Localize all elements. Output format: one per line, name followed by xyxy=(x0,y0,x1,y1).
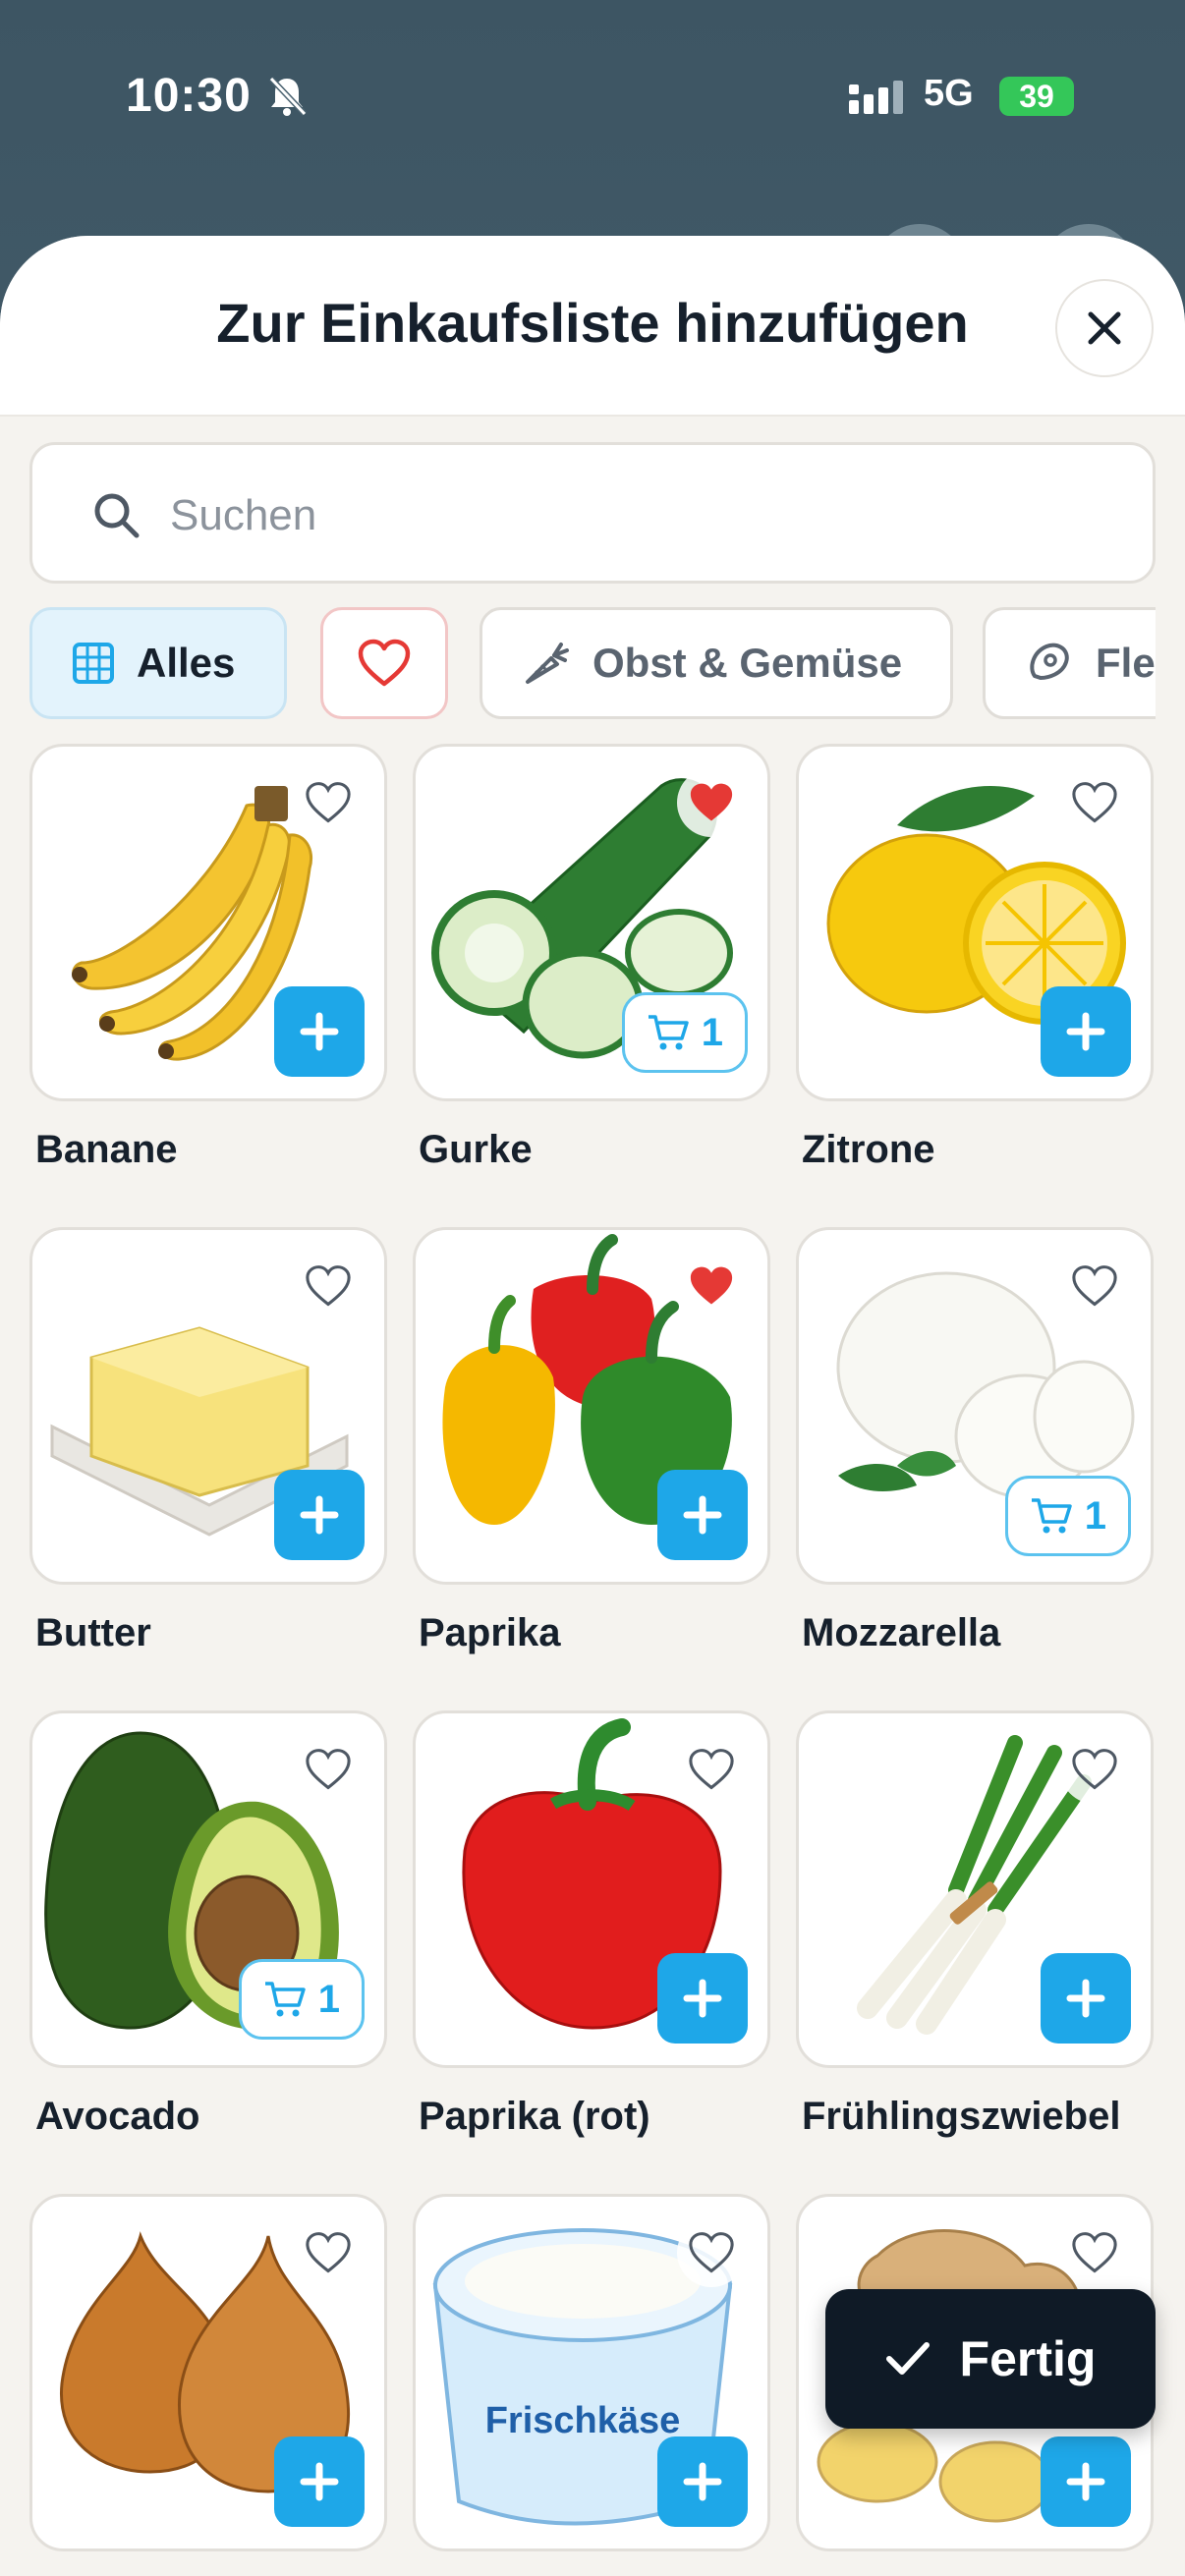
bell-muted-icon xyxy=(268,76,307,117)
heart-outline-icon xyxy=(1072,1749,1117,1790)
favorite-button[interactable] xyxy=(1060,1735,1129,1804)
battery-indicator: 39 xyxy=(999,77,1074,116)
status-time: 10:30 xyxy=(126,70,252,122)
heart-outline-icon xyxy=(689,1749,734,1790)
heart-outline-icon xyxy=(1072,2232,1117,2273)
favorite-button[interactable] xyxy=(294,1252,363,1320)
product-name: Frühlingszwiebel xyxy=(802,2095,1121,2138)
cart-quantity: 1 xyxy=(317,1977,340,2021)
plus-icon xyxy=(300,1495,339,1535)
heart-outline-icon xyxy=(306,1265,351,1307)
add-button[interactable] xyxy=(1041,986,1131,1077)
add-button[interactable] xyxy=(657,1953,748,2044)
product-name: Mozzarella xyxy=(802,1611,1001,1654)
product-name: Zitrone xyxy=(802,1128,935,1171)
plus-icon xyxy=(300,2462,339,2501)
add-button[interactable] xyxy=(274,1470,365,1560)
product-card-paprika[interactable] xyxy=(413,1227,770,1585)
heart-filled-icon xyxy=(690,1266,733,1305)
battery-level: 39 xyxy=(1019,78,1054,114)
product-card-butter[interactable] xyxy=(29,1227,387,1585)
product-card-frischkaese[interactable]: Frischkäse xyxy=(413,2194,770,2551)
cart-quantity-badge[interactable]: 1 xyxy=(1004,1476,1131,1556)
cart-quantity-badge[interactable]: 1 xyxy=(238,1959,365,2040)
plus-icon xyxy=(1066,2462,1105,2501)
cart-icon xyxy=(1031,1498,1072,1534)
product-card-zitrone[interactable] xyxy=(796,744,1154,1101)
product-name: Butter xyxy=(35,1611,151,1654)
plus-icon xyxy=(1066,1012,1105,1051)
product-card-mozzarella[interactable]: 1 xyxy=(796,1227,1154,1585)
favorite-button[interactable] xyxy=(1060,2218,1129,2287)
add-button[interactable] xyxy=(1041,1953,1131,2044)
heart-outline-icon xyxy=(306,782,351,823)
product-name: Banane xyxy=(35,1128,178,1171)
favorite-button[interactable] xyxy=(294,1735,363,1804)
plus-icon xyxy=(683,2462,722,2501)
heart-outline-icon xyxy=(1072,1265,1117,1307)
product-card-paprika-rot[interactable] xyxy=(413,1710,770,2068)
heart-outline-icon xyxy=(306,1749,351,1790)
favorite-button[interactable] xyxy=(294,768,363,837)
cart-quantity: 1 xyxy=(1084,1493,1106,1538)
cart-icon xyxy=(264,1982,306,2017)
add-button[interactable] xyxy=(657,2436,748,2527)
add-button[interactable] xyxy=(274,2436,365,2527)
favorite-button[interactable] xyxy=(677,768,746,837)
network-type: 5G xyxy=(924,73,974,114)
plus-icon xyxy=(683,1979,722,2018)
product-name: Paprika xyxy=(419,1611,561,1654)
package-label: Frischkäse xyxy=(485,2400,681,2441)
favorite-button[interactable] xyxy=(677,1735,746,1804)
product-card-fruehlingszwiebel[interactable] xyxy=(796,1710,1154,2068)
heart-outline-icon xyxy=(1072,782,1117,823)
cart-quantity: 1 xyxy=(701,1010,723,1054)
add-button[interactable] xyxy=(657,1470,748,1560)
add-button[interactable] xyxy=(1041,2436,1131,2527)
product-name: Gurke xyxy=(419,1128,533,1171)
plus-icon xyxy=(683,1495,722,1535)
done-button[interactable]: Fertig xyxy=(825,2289,1156,2429)
product-card-gurke[interactable]: 1 xyxy=(413,744,770,1101)
signal-icon xyxy=(849,81,903,114)
cart-icon xyxy=(648,1015,689,1050)
add-button[interactable] xyxy=(274,986,365,1077)
add-to-list-sheet: Zur Einkaufsliste hinzufügen Suchen Alle… xyxy=(0,236,1185,2576)
favorite-button[interactable] xyxy=(677,1252,746,1320)
product-name: Paprika (rot) xyxy=(419,2095,650,2138)
product-card-zwiebel[interactable] xyxy=(29,2194,387,2551)
favorite-button[interactable] xyxy=(1060,1252,1129,1320)
heart-filled-icon xyxy=(690,783,733,821)
favorite-button[interactable] xyxy=(1060,768,1129,837)
product-name: Avocado xyxy=(35,2095,200,2138)
checkmark-icon xyxy=(885,2342,930,2375)
product-card-avocado[interactable]: 1 xyxy=(29,1710,387,2068)
plus-icon xyxy=(300,1012,339,1051)
product-card-banane[interactable] xyxy=(29,744,387,1101)
heart-outline-icon xyxy=(306,2232,351,2273)
status-bar: 10:30 5G 39 xyxy=(0,0,1185,318)
cart-quantity-badge[interactable]: 1 xyxy=(621,992,748,1073)
done-button-label: Fertig xyxy=(959,2331,1097,2386)
heart-outline-icon xyxy=(689,2232,734,2273)
product-grid: Banane 1 Gurke Zitrone Butter Paprika 1 … xyxy=(0,236,1185,2576)
favorite-button[interactable] xyxy=(294,2218,363,2287)
favorite-button[interactable] xyxy=(677,2218,746,2287)
plus-icon xyxy=(1066,1979,1105,2018)
